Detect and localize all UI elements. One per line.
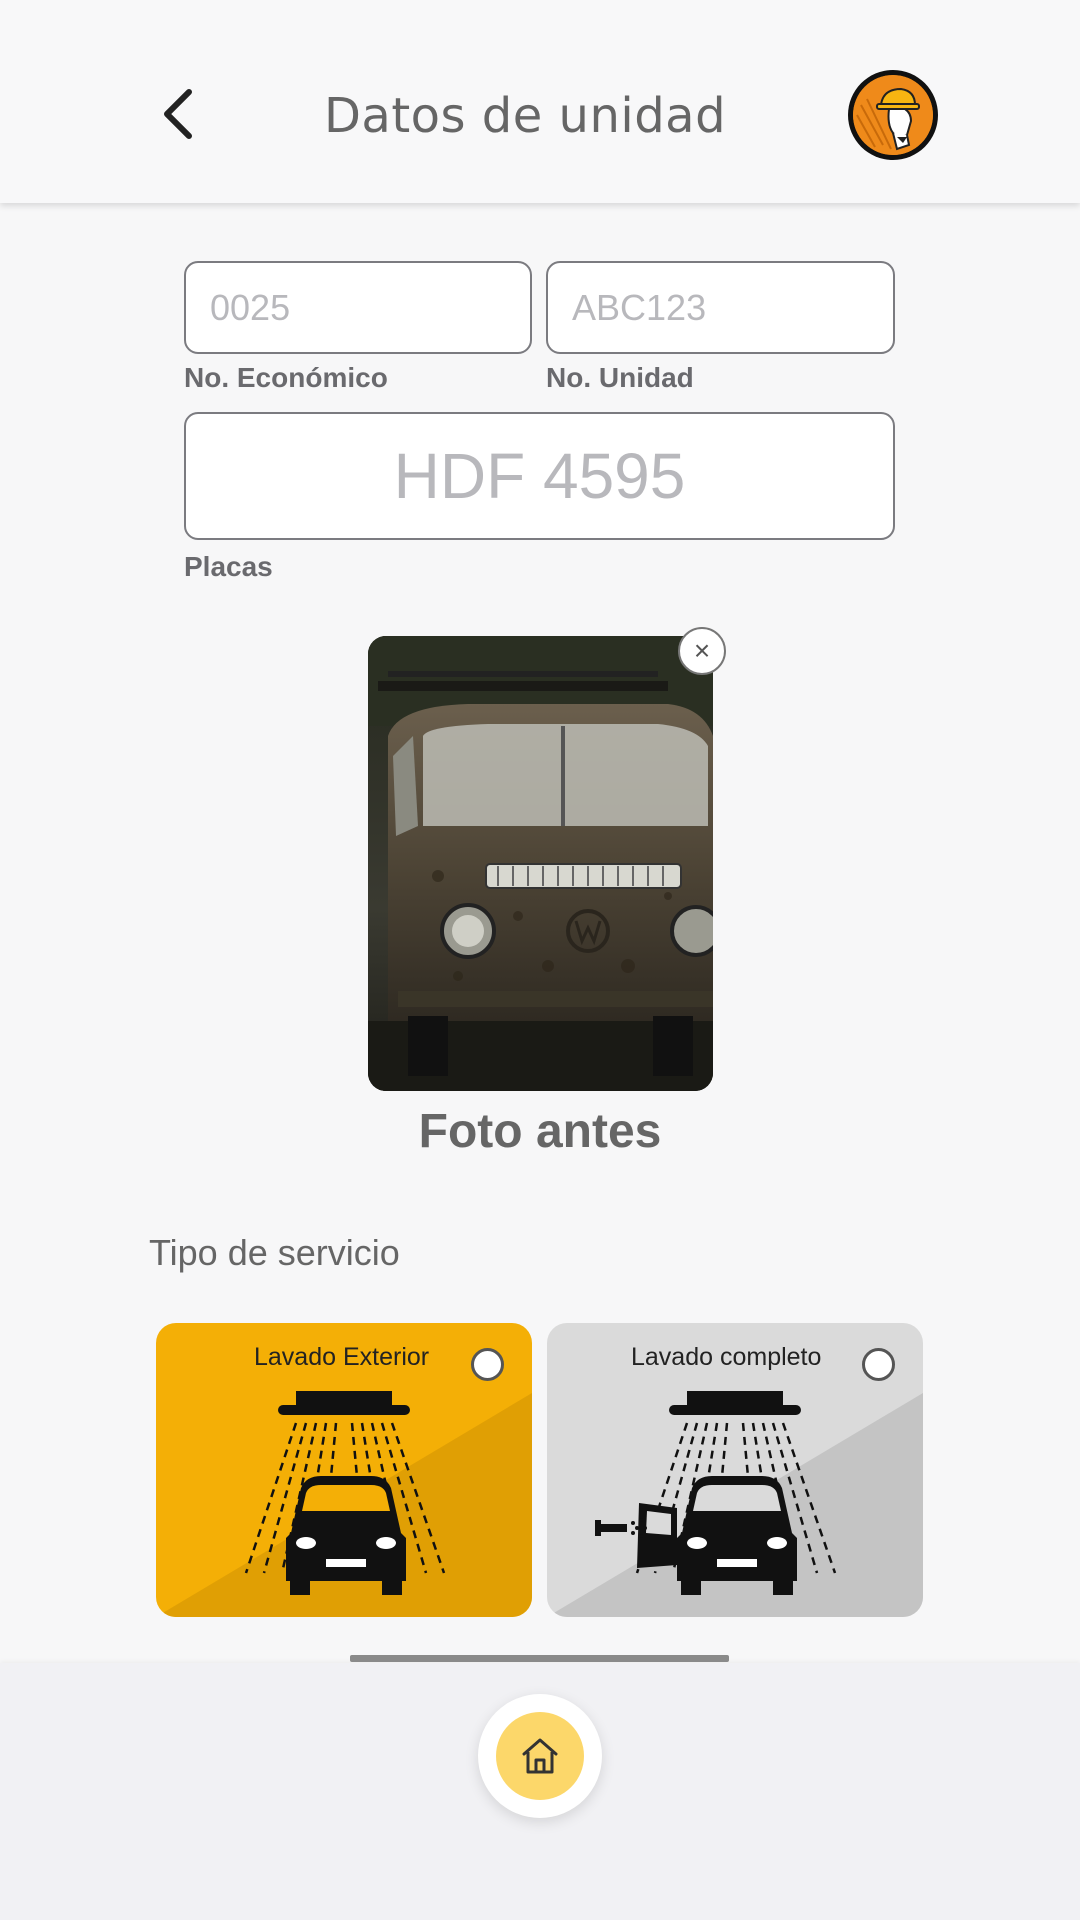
worker-hardhat-avatar-icon (853, 75, 933, 155)
unit-number-label: No. Unidad (546, 362, 694, 393)
page-title: Datos de unidad (323, 88, 727, 144)
service-section-title: Tipo de servicio (149, 1232, 400, 1273)
service-radio-complete[interactable] (862, 1348, 895, 1381)
vehicle-photo (368, 636, 713, 1091)
service-radio-exterior[interactable] (471, 1348, 504, 1381)
chevron-left-icon (164, 89, 192, 139)
app-header: Datos de unidad (0, 0, 1080, 203)
service-option-label: Lavado completo (631, 1343, 822, 1371)
car-wash-exterior-icon (244, 1391, 446, 1595)
service-option-exterior[interactable]: Lavado Exterior (156, 1323, 532, 1617)
home-icon (522, 1738, 558, 1774)
photo-caption: Foto antes (418, 1105, 662, 1158)
back-button[interactable] (150, 82, 206, 146)
car-wash-complete-icon (595, 1391, 837, 1595)
scroll-indicator (350, 1655, 729, 1662)
economic-number-label: No. Económico (184, 362, 388, 393)
service-option-label: Lavado Exterior (254, 1343, 430, 1371)
home-button[interactable] (478, 1694, 602, 1818)
plates-label: Placas (184, 551, 273, 582)
economic-number-field[interactable]: 0025 (184, 261, 532, 354)
plates-field[interactable]: HDF 4595 (184, 412, 895, 540)
unit-number-field[interactable]: ABC123 (546, 261, 895, 354)
service-option-complete[interactable]: Lavado completo (547, 1323, 923, 1617)
close-icon: × (693, 635, 711, 666)
avatar[interactable] (848, 70, 938, 160)
remove-photo-button[interactable]: × (678, 627, 726, 675)
